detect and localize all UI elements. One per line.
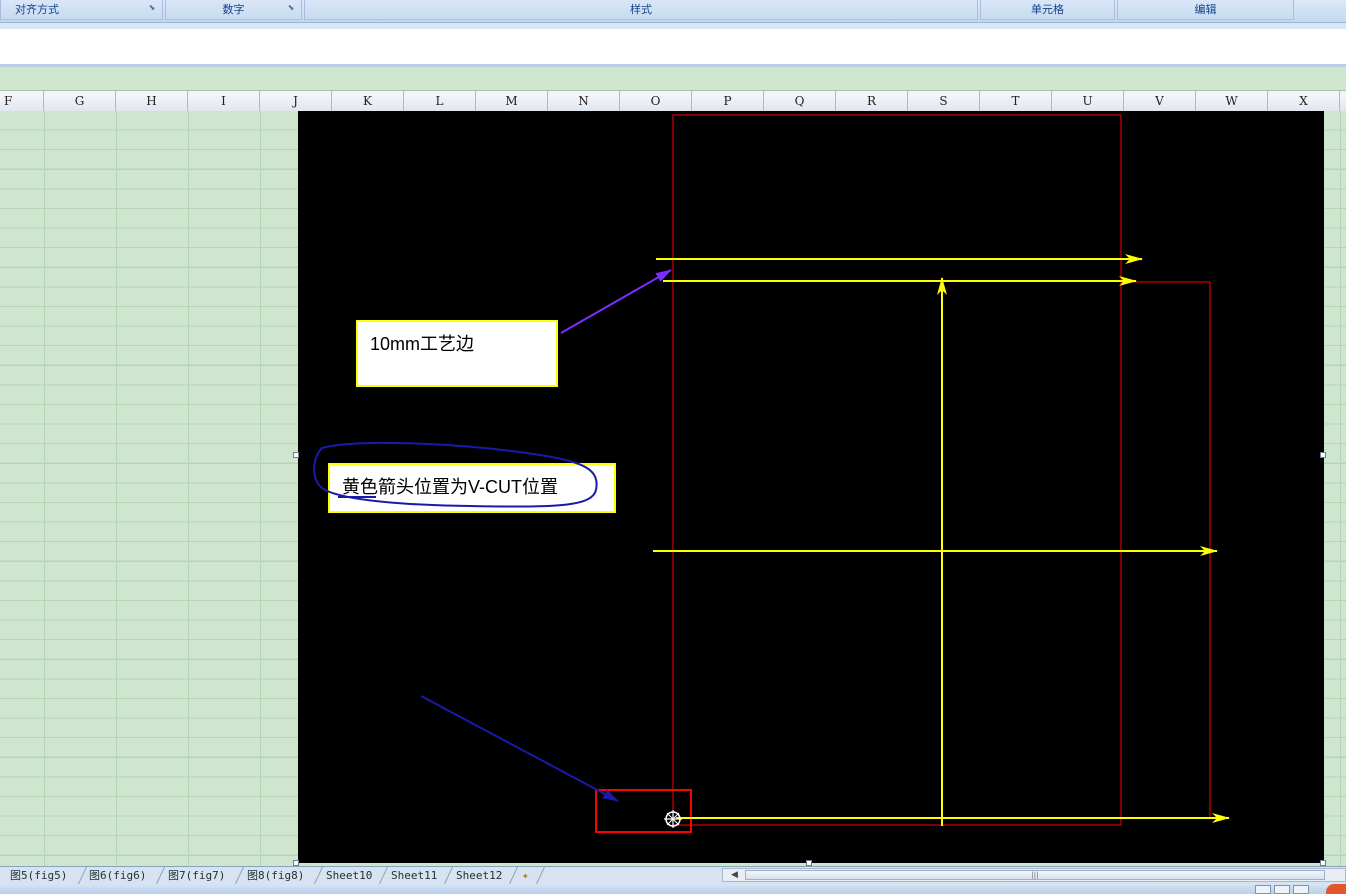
tab-divider bbox=[536, 867, 545, 884]
column-header-m[interactable]: M bbox=[476, 91, 548, 111]
ribbon-group-label: 样式 bbox=[630, 3, 652, 16]
app-badge-icon bbox=[1326, 884, 1346, 894]
column-header-x[interactable]: X bbox=[1268, 91, 1340, 111]
grid-line bbox=[44, 111, 45, 866]
column-header-g[interactable]: G bbox=[44, 91, 116, 111]
column-header-s[interactable]: S bbox=[908, 91, 980, 111]
insert-sheet-icon[interactable]: ✦ bbox=[518, 867, 533, 884]
column-header-n[interactable]: N bbox=[548, 91, 620, 111]
column-header-h[interactable]: H bbox=[116, 91, 188, 111]
grid-line bbox=[260, 111, 261, 866]
resize-handle[interactable] bbox=[293, 452, 299, 458]
normal-view-icon[interactable] bbox=[1255, 885, 1271, 894]
grid-line bbox=[188, 111, 189, 866]
column-header-w[interactable]: W bbox=[1196, 91, 1268, 111]
column-header-q[interactable]: Q bbox=[764, 91, 836, 111]
ribbon-group-label: 单元格 bbox=[1031, 3, 1064, 16]
callout-process-edge[interactable]: 10mm工艺边 bbox=[356, 320, 558, 387]
dialog-launcher-icon[interactable]: ⬊ bbox=[148, 4, 156, 12]
status-bar bbox=[0, 884, 1346, 894]
column-header-k[interactable]: K bbox=[332, 91, 404, 111]
sheet-tab-sheet11[interactable]: Sheet11 bbox=[387, 867, 441, 884]
ribbon-group-number[interactable]: 数字 ⬊ bbox=[165, 0, 302, 20]
sheet-tab-sheet12[interactable]: Sheet12 bbox=[452, 867, 506, 884]
page-break-view-icon[interactable] bbox=[1293, 885, 1309, 894]
column-header-f[interactable]: F bbox=[0, 91, 44, 111]
scrollbar-thumb[interactable]: ||| bbox=[745, 870, 1325, 880]
column-header-o[interactable]: O bbox=[620, 91, 692, 111]
column-header-j[interactable]: J bbox=[260, 91, 332, 111]
column-header-t[interactable]: T bbox=[980, 91, 1052, 111]
ribbon-group-editing[interactable]: 编辑 bbox=[1117, 0, 1294, 20]
column-header-l[interactable]: L bbox=[404, 91, 476, 111]
column-header-i[interactable]: I bbox=[188, 91, 260, 111]
frozen-row-strip bbox=[0, 67, 1346, 91]
grid-line bbox=[1340, 111, 1341, 866]
resize-handle[interactable] bbox=[1320, 452, 1326, 458]
ribbon-group-bar: 对齐方式 ⬊ 数字 ⬊ 样式 单元格 编辑 bbox=[0, 0, 1346, 23]
ribbon-group-label: 对齐方式 bbox=[15, 3, 59, 16]
scroll-left-icon[interactable]: ◀ bbox=[731, 869, 738, 881]
sheet-tab-fig6[interactable]: 图6(fig6) bbox=[85, 867, 150, 884]
column-header-p[interactable]: P bbox=[692, 91, 764, 111]
ribbon-group-label: 编辑 bbox=[1194, 3, 1217, 16]
column-header-v[interactable]: V bbox=[1124, 91, 1196, 111]
ribbon-group-cells[interactable]: 单元格 bbox=[980, 0, 1115, 20]
grid-line bbox=[116, 111, 117, 866]
ribbon-group-styles[interactable]: 样式 bbox=[304, 0, 978, 20]
column-header-u[interactable]: U bbox=[1052, 91, 1124, 111]
column-header-r[interactable]: R bbox=[836, 91, 908, 111]
ribbon-group-label: 数字 bbox=[222, 3, 245, 16]
page-layout-view-icon[interactable] bbox=[1274, 885, 1290, 894]
dialog-launcher-icon[interactable]: ⬊ bbox=[287, 4, 295, 12]
sheet-tab-fig8[interactable]: 图8(fig8) bbox=[243, 867, 308, 884]
callout-vcut[interactable]: 黄色箭头位置为V-CUT位置 bbox=[328, 463, 616, 513]
tab-divider bbox=[509, 867, 518, 884]
ribbon-group-alignment[interactable]: 对齐方式 ⬊ bbox=[0, 0, 163, 20]
formula-bar[interactable] bbox=[0, 23, 1346, 67]
horizontal-scrollbar[interactable]: ◀ ||| bbox=[722, 868, 1346, 882]
callout-text: 黄色箭头位置为V-CUT位置 bbox=[342, 477, 558, 497]
callout-text: 10mm工艺边 bbox=[370, 334, 475, 354]
sheet-tab-fig5[interactable]: 图5(fig5) bbox=[6, 867, 71, 884]
sheet-tab-fig7[interactable]: 图7(fig7) bbox=[164, 867, 229, 884]
sheet-tab-sheet10[interactable]: Sheet10 bbox=[322, 867, 376, 884]
column-header-row: F G H I J K L M N O P Q R S T U V W X bbox=[0, 91, 1346, 112]
